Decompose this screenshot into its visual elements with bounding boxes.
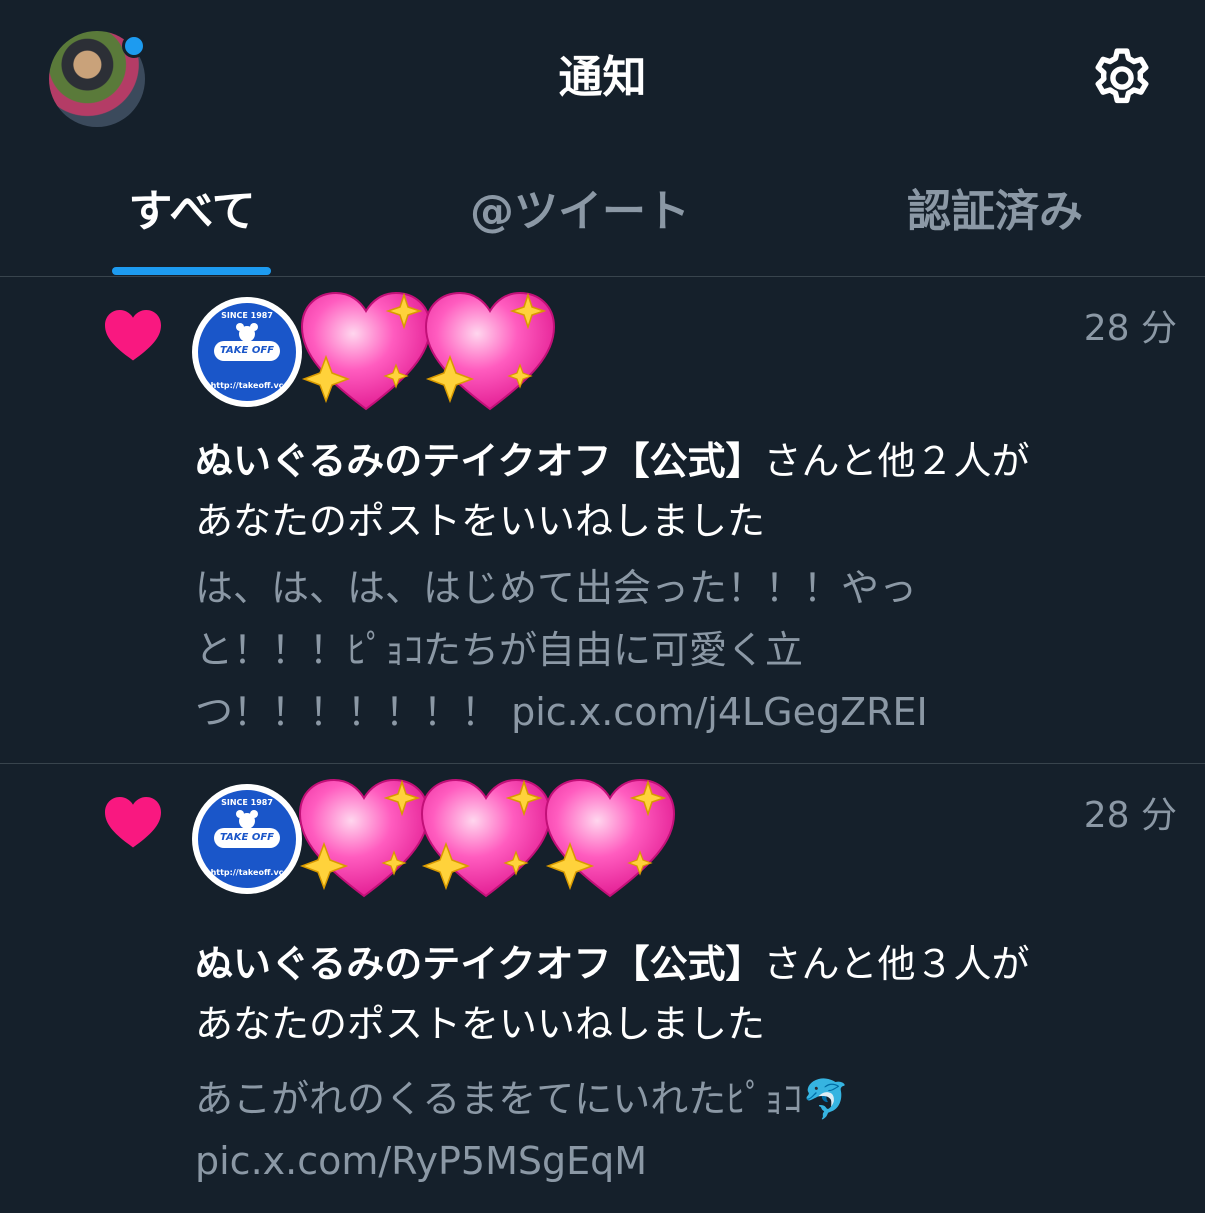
bear-logo-icon (236, 323, 258, 342)
timestamp: 28 分 (1083, 308, 1177, 349)
notification-item[interactable]: SINCE 1987 TAKE OFF http://takeoff.vc 28… (0, 764, 1205, 1213)
notification-item[interactable]: SINCE 1987 TAKE OFF http://takeoff.vc 28… (0, 277, 1205, 764)
logo-since-text: SINCE 1987 (221, 311, 273, 320)
action-suffix: さんと他２人が (763, 439, 1030, 483)
notification-text: ぬいぐるみのテイクオフ【公式】さんと他３人が あなたのポストをいいねしました (195, 934, 1175, 1054)
sparkle-heart-avatar-icon[interactable] (416, 774, 556, 904)
action-line: あなたのポストをいいねしました (195, 499, 766, 543)
logo-url-text: http://takeoff.vc (210, 381, 284, 390)
post-snippet[interactable]: は、は、は、はじめて出会った！！！やっ と！！！ﾋﾟｮｺたちが自由に可愛く立 つ… (195, 557, 1095, 743)
page-title: 通知 (558, 52, 647, 103)
tab-verified[interactable]: 認証済み (880, 182, 1110, 242)
sparkle-heart-avatar-icon[interactable] (296, 287, 436, 417)
tab-mentions[interactable]: @ツイート (440, 182, 720, 242)
header: 通知 (0, 0, 1205, 150)
timestamp: 28 分 (1083, 795, 1177, 836)
tab-all[interactable]: すべて (92, 182, 292, 242)
actor-name[interactable]: ぬいぐるみのテイクオフ【公式】 (195, 942, 763, 986)
bear-logo-icon (236, 810, 258, 829)
actor-avatar[interactable]: SINCE 1987 TAKE OFF http://takeoff.vc (192, 297, 302, 407)
heart-icon (105, 797, 161, 848)
action-line: あなたのポストをいいねしました (195, 1002, 766, 1046)
snippet-line: は、は、は、はじめて出会った！！！やっ (195, 566, 918, 610)
sparkle-heart-avatar-icon[interactable] (294, 774, 434, 904)
logo-name-text: TAKE OFF (214, 828, 280, 848)
logo-since-text: SINCE 1987 (221, 798, 273, 807)
logo-url-text: http://takeoff.vc (210, 868, 284, 877)
sparkle-heart-avatar-icon[interactable] (540, 774, 680, 904)
snippet-line: つ！！！！！！！ pic.x.com/j4LGegZREI (195, 690, 928, 734)
actor-avatar[interactable]: SINCE 1987 TAKE OFF http://takeoff.vc (192, 784, 302, 894)
active-tab-indicator (112, 267, 271, 275)
heart-icon (105, 310, 161, 361)
snippet-line: あこがれのくるまをてにいれたﾋﾟｮｺ🐬 (195, 1077, 850, 1121)
gear-icon[interactable] (1088, 44, 1156, 112)
actor-name[interactable]: ぬいぐるみのテイクオフ【公式】 (195, 439, 763, 483)
action-suffix: さんと他３人が (763, 942, 1030, 986)
logo-name-text: TAKE OFF (214, 341, 280, 361)
snippet-line: と！！！ﾋﾟｮｺたちが自由に可愛く立 (195, 628, 804, 672)
post-snippet[interactable]: あこがれのくるまをてにいれたﾋﾟｮｺ🐬 pic.x.com/RyP5MSgEqM (195, 1068, 1095, 1192)
snippet-line: pic.x.com/RyP5MSgEqM (195, 1139, 648, 1183)
sparkle-heart-avatar-icon[interactable] (420, 287, 560, 417)
tab-bar: すべて @ツイート 認証済み (0, 150, 1205, 277)
notification-text: ぬいぐるみのテイクオフ【公式】さんと他２人が あなたのポストをいいねしました (195, 431, 1175, 551)
